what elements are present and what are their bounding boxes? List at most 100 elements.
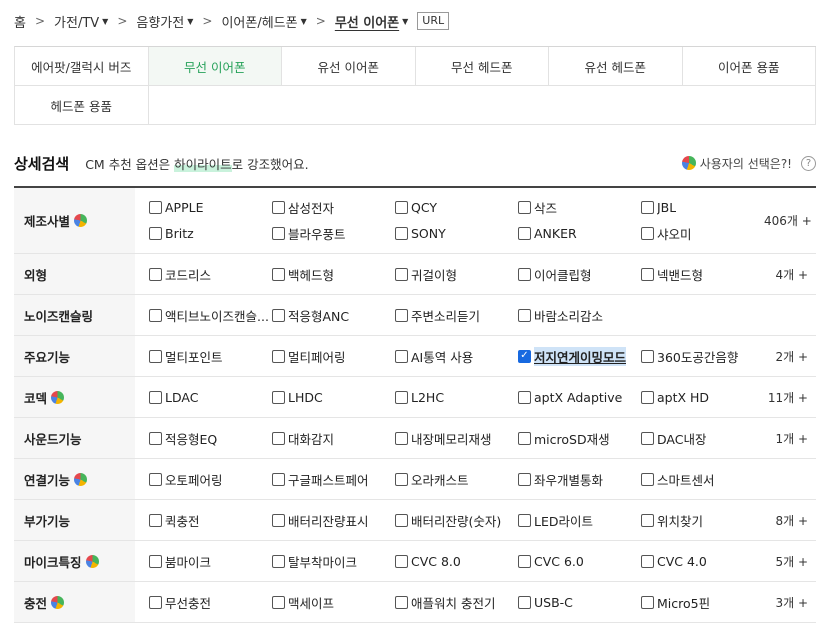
- user-choice-link[interactable]: 사용자의 선택은?! ?: [681, 155, 816, 172]
- filter-option[interactable]: ✓ 저지연게이밍모드: [518, 343, 641, 369]
- filter-option[interactable]: 적응형EQ: [149, 425, 272, 451]
- filter-option[interactable]: 맥세이프: [272, 589, 395, 615]
- filter-option[interactable]: JBL: [641, 195, 764, 221]
- checkbox[interactable]: [272, 227, 285, 240]
- filter-option[interactable]: 오라캐스트: [395, 466, 518, 492]
- filter-option[interactable]: APPLE: [149, 195, 272, 221]
- checkbox[interactable]: [149, 227, 162, 240]
- filter-option[interactable]: 적응형ANC: [272, 302, 395, 328]
- checkbox[interactable]: [641, 349, 654, 363]
- filter-option[interactable]: 스마트센서: [641, 466, 764, 492]
- filter-option[interactable]: 블라우풍트: [272, 221, 395, 247]
- filter-option[interactable]: LHDC: [272, 384, 395, 410]
- breadcrumb-item-appliance[interactable]: 가전/TV ▼: [54, 12, 108, 31]
- filter-option[interactable]: 탈부착마이크: [272, 548, 395, 574]
- category-tab[interactable]: 이어폰 용품: [682, 47, 816, 86]
- checkbox[interactable]: [272, 390, 285, 404]
- filter-option[interactable]: 바람소리감소: [518, 302, 641, 328]
- checkbox[interactable]: [395, 513, 408, 527]
- checkbox[interactable]: [272, 554, 285, 568]
- checkbox[interactable]: [272, 472, 285, 486]
- filter-option[interactable]: 멀티페어링: [272, 343, 395, 369]
- filter-option[interactable]: DAC내장: [641, 425, 764, 451]
- filter-option[interactable]: CVC 8.0: [395, 548, 518, 574]
- checkbox[interactable]: [272, 513, 285, 527]
- category-tab[interactable]: 헤드폰 용품: [15, 86, 149, 125]
- filter-option[interactable]: 귀걸이형: [395, 261, 518, 287]
- filter-option[interactable]: L2HC: [395, 384, 518, 410]
- filter-option[interactable]: LDAC: [149, 384, 272, 410]
- filter-option[interactable]: 오토페어링: [149, 466, 272, 492]
- filter-option[interactable]: aptX Adaptive: [518, 384, 641, 410]
- checkbox[interactable]: [518, 267, 531, 281]
- filter-option[interactable]: 샤오미: [641, 221, 764, 247]
- filter-option[interactable]: 배터리잔량표시: [272, 507, 395, 533]
- filter-option[interactable]: 좌우개별통화: [518, 466, 641, 492]
- checkbox[interactable]: [641, 390, 654, 404]
- pie-chart-icon[interactable]: [74, 472, 88, 486]
- checkbox[interactable]: [641, 227, 654, 240]
- filter-option[interactable]: LED라이트: [518, 507, 641, 533]
- filter-option[interactable]: QCY: [395, 195, 518, 221]
- filter-more-button[interactable]: 4개 +: [764, 266, 816, 283]
- filter-option[interactable]: 삭즈: [518, 195, 641, 221]
- checkbox[interactable]: [641, 472, 654, 486]
- checkbox[interactable]: [641, 554, 654, 568]
- checkbox[interactable]: [272, 595, 285, 609]
- checkbox[interactable]: [641, 431, 654, 445]
- checkbox[interactable]: [149, 595, 162, 609]
- filter-option[interactable]: 코드리스: [149, 261, 272, 287]
- filter-option[interactable]: 주변소리듣기: [395, 302, 518, 328]
- checkbox[interactable]: ✓: [518, 349, 531, 363]
- checkbox[interactable]: [395, 227, 408, 240]
- filter-option[interactable]: CVC 6.0: [518, 548, 641, 574]
- filter-option[interactable]: CVC 4.0: [641, 548, 764, 574]
- filter-more-button[interactable]: 11개 +: [764, 389, 816, 406]
- pie-chart-icon[interactable]: [74, 214, 88, 227]
- filter-option[interactable]: 구글패스트페어: [272, 466, 395, 492]
- filter-option[interactable]: 멀티포인트: [149, 343, 272, 369]
- category-tab[interactable]: 무선 헤드폰: [415, 47, 549, 86]
- checkbox[interactable]: [149, 472, 162, 486]
- category-tab[interactable]: 유선 헤드폰: [549, 47, 683, 86]
- checkbox[interactable]: [641, 267, 654, 281]
- filter-option[interactable]: 대화감지: [272, 425, 395, 451]
- filter-option[interactable]: 무선충전: [149, 589, 272, 615]
- breadcrumb-item-earphone[interactable]: 이어폰/헤드폰 ▼: [221, 12, 306, 31]
- checkbox[interactable]: [272, 431, 285, 445]
- filter-more-button[interactable]: 5개 +: [764, 553, 816, 570]
- breadcrumb-item-audio[interactable]: 음향가전 ▼: [136, 12, 193, 31]
- checkbox[interactable]: [149, 349, 162, 363]
- filter-option[interactable]: USB-C: [518, 589, 641, 615]
- filter-option[interactable]: 애플워치 충전기: [395, 589, 518, 615]
- checkbox[interactable]: [395, 472, 408, 486]
- checkbox[interactable]: [518, 472, 531, 486]
- filter-option[interactable]: 배터리잔량(숫자): [395, 507, 518, 533]
- checkbox[interactable]: [518, 201, 531, 214]
- filter-option[interactable]: 넥밴드형: [641, 261, 764, 287]
- checkbox[interactable]: [149, 431, 162, 445]
- checkbox[interactable]: [272, 349, 285, 363]
- filter-option[interactable]: Micro5핀: [641, 589, 764, 615]
- checkbox[interactable]: [395, 349, 408, 363]
- filter-option[interactable]: 삼성전자: [272, 195, 395, 221]
- url-button[interactable]: URL: [417, 12, 450, 30]
- checkbox[interactable]: [395, 554, 408, 568]
- pie-chart-icon[interactable]: [85, 554, 99, 568]
- breadcrumb-current[interactable]: 무선 이어폰 ▼: [335, 12, 408, 31]
- filter-more-button[interactable]: 406개 +: [764, 212, 816, 229]
- pie-chart-icon[interactable]: [51, 595, 65, 609]
- checkbox[interactable]: [518, 595, 531, 609]
- checkbox[interactable]: [395, 308, 408, 322]
- help-icon[interactable]: ?: [801, 155, 816, 171]
- checkbox[interactable]: [641, 595, 654, 609]
- filter-option[interactable]: microSD재생: [518, 425, 641, 451]
- category-tab-active[interactable]: 무선 이어폰: [148, 47, 282, 86]
- checkbox[interactable]: [272, 267, 285, 281]
- filter-option[interactable]: SONY: [395, 221, 518, 247]
- checkbox[interactable]: [641, 201, 654, 214]
- checkbox[interactable]: [395, 390, 408, 404]
- filter-option[interactable]: 퀵충전: [149, 507, 272, 533]
- checkbox[interactable]: [518, 513, 531, 527]
- category-tab[interactable]: 에어팟/갤럭시 버즈: [15, 47, 149, 86]
